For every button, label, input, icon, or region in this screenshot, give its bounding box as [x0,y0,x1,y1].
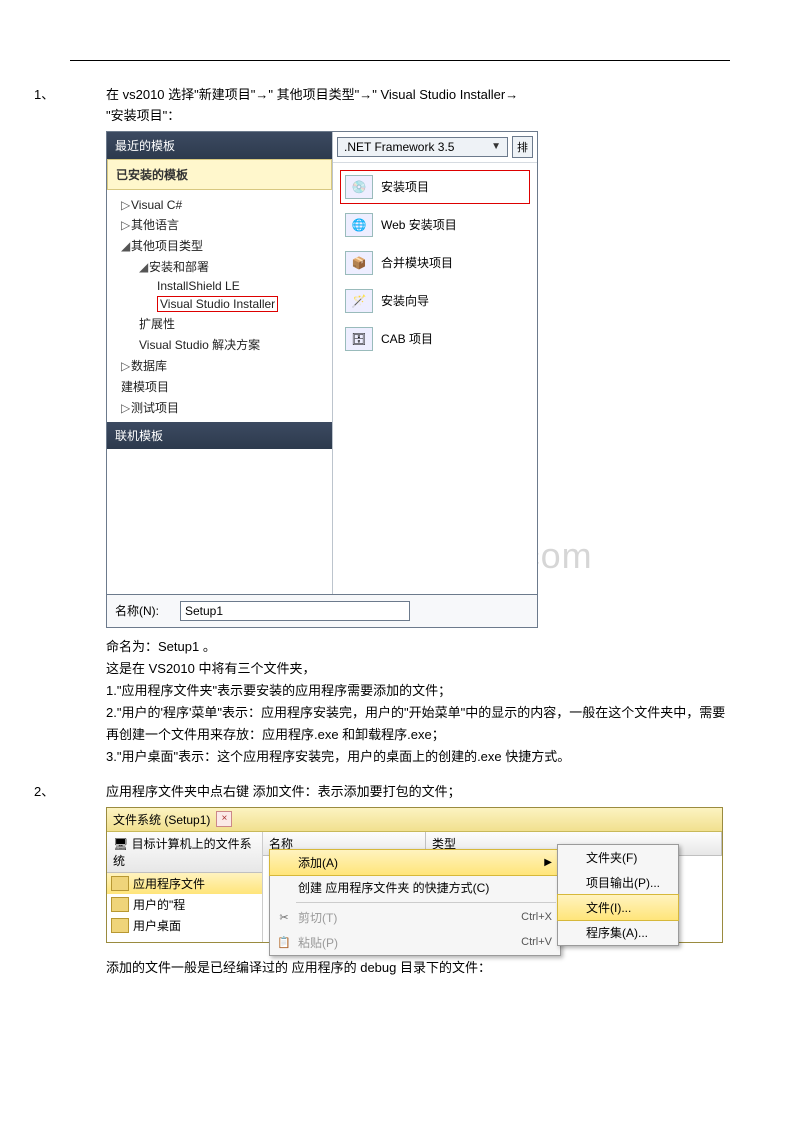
tree-test[interactable]: ▷测试项目 [117,397,328,418]
step2-para: 2、应用程序文件夹中点右键 添加文件：表示添加要打包的文件； [70,782,730,803]
sort-button[interactable]: 排 [512,136,533,158]
name-label: 名称(N): [115,602,180,619]
tree-other-languages[interactable]: ▷其他语言 [117,214,328,235]
ctx-add[interactable]: 添加(A)▶ [269,849,561,876]
body2-l1: 添加的文件一般是已经编译过的 应用程序的 debug 目录下的文件： [106,957,730,979]
installed-templates-header[interactable]: 已安装的模板 [107,159,332,190]
body1-l4: 2."用户的'程序'菜单"表示：应用程序安装完，用户的"开始菜单"中的显示的内容… [106,702,730,746]
project-name-row: 名称(N): [107,594,537,627]
filesystem-tree-header[interactable]: 🖥 目标计算机上的文件系统 [107,832,262,873]
sub-assembly[interactable]: 程序集(A)... [558,920,678,945]
body1-l2: 这是在 VS2010 中将有三个文件夹， [106,658,730,680]
tree-other-project-types[interactable]: ◢其他项目类型 [117,235,328,256]
scissors-icon: ✂ [276,909,292,925]
setup-icon: 💿 [345,175,373,199]
context-menu: 添加(A)▶ 创建 应用程序文件夹 的快捷方式(C) ✂剪切(T)Ctrl+X … [269,849,561,956]
tree-database[interactable]: ▷数据库 [117,355,328,376]
arrow1: → [255,87,268,102]
online-templates-header[interactable]: 联机模板 [107,422,332,449]
ctx-paste[interactable]: 📋粘贴(P)Ctrl+V [270,930,560,955]
node-app-folder[interactable]: 应用程序文件 [107,873,262,894]
body-after-step1: 命名为：Setup1 。 这是在 VS2010 中将有三个文件夹， 1."应用程… [106,636,730,769]
node-user-menu[interactable]: 用户的"程 [107,894,262,915]
template-tree: ▷Visual C# ▷其他语言 ◢其他项目类型 ◢安装和部署 InstallS… [107,190,332,422]
step1-text-b: " 其他项目类型" [268,87,359,102]
body1-l5: 3."用户桌面"表示：这个应用程序安装完，用户的桌面上的创建的.exe 快捷方式… [106,746,730,768]
folder-icon [111,897,129,912]
wizard-icon: 🪄 [345,289,373,313]
ctx-cut[interactable]: ✂剪切(T)Ctrl+X [270,905,560,930]
project-name-input[interactable] [180,601,410,621]
folder-icon [111,918,129,933]
step2-text: 应用程序文件夹中点右键 添加文件：表示添加要打包的文件； [106,784,461,799]
tree-installshield[interactable]: InstallShield LE [117,277,328,295]
body1-l1: 命名为：Setup1 。 [106,636,730,658]
template-merge-module[interactable]: 📦合并模块项目 [341,247,529,279]
sub-output[interactable]: 项目输出(P)... [558,870,678,895]
arrow3: → [505,87,518,102]
folder-icon [111,876,129,891]
tree-vs-solution[interactable]: Visual Studio 解决方案 [117,334,328,355]
ctx-separator [296,902,556,903]
framework-combo[interactable]: .NET Framework 3.5▼ [337,137,508,157]
sub-folder[interactable]: 文件夹(F) [558,845,678,870]
step1-para: 1、在 vs2010 选择"新建项目"→" 其他项目类型"→" Visual S… [70,85,730,127]
ctx-create-shortcut[interactable]: 创建 应用程序文件夹 的快捷方式(C) [270,875,560,900]
cab-icon: 🗄 [345,327,373,351]
node-user-desktop[interactable]: 用户桌面 [107,915,262,936]
step1-text-a: 在 vs2010 选择"新建项目" [106,87,255,102]
top-rule [70,60,730,61]
template-setup-project[interactable]: 💿安装项目 [341,171,529,203]
sub-file[interactable]: 文件(I)... [557,894,679,921]
body-after-step2: 添加的文件一般是已经编译过的 应用程序的 debug 目录下的文件： [106,957,730,979]
file-system-editor: 文件系统 (Setup1) × 🖥 目标计算机上的文件系统 应用程序文件 用户的… [106,807,723,943]
body1-l3: 1."应用程序文件夹"表示要安装的应用程序需要添加的文件； [106,680,730,702]
step1-text-c: " Visual Studio Installer [372,87,505,102]
editor-tab[interactable]: 文件系统 (Setup1) × [107,808,722,832]
merge-module-icon: 📦 [345,251,373,275]
tree-setup-deployment[interactable]: ◢安装和部署 [117,256,328,277]
add-submenu: 文件夹(F) 项目输出(P)... 文件(I)... 程序集(A)... [557,844,679,946]
close-icon[interactable]: × [216,811,232,827]
tree-modeling[interactable]: 建模项目 [117,376,328,397]
arrow2: → [359,87,372,102]
tree-vs-installer[interactable]: Visual Studio Installer [117,295,328,313]
step1-text-d: "安装项目"： [106,108,180,123]
chevron-down-icon: ▼ [491,141,501,152]
template-category-panel: 最近的模板 已安装的模板 ▷Visual C# ▷其他语言 ◢其他项目类型 ◢安… [107,132,333,627]
tree-extensibility[interactable]: 扩展性 [117,313,328,334]
chevron-right-icon: ▶ [544,857,552,868]
editor-title: 文件系统 (Setup1) [113,811,210,828]
clipboard-icon: 📋 [276,934,292,950]
template-web-setup[interactable]: 🌐Web 安装项目 [341,209,529,241]
recent-templates-header[interactable]: 最近的模板 [107,132,332,159]
template-setup-wizard[interactable]: 🪄安装向导 [341,285,529,317]
template-list-panel: .NET Framework 3.5▼ 排 💿安装项目 🌐Web 安装项目 📦合… [333,132,537,627]
step1-number: 1、 [70,85,106,106]
template-cab[interactable]: 🗄CAB 项目 [341,323,529,355]
vs-new-project-dialog: 最近的模板 已安装的模板 ▷Visual C# ▷其他语言 ◢其他项目类型 ◢安… [106,131,538,628]
tree-visual-csharp[interactable]: ▷Visual C# [117,196,328,214]
web-setup-icon: 🌐 [345,213,373,237]
step2-number: 2、 [70,782,106,803]
